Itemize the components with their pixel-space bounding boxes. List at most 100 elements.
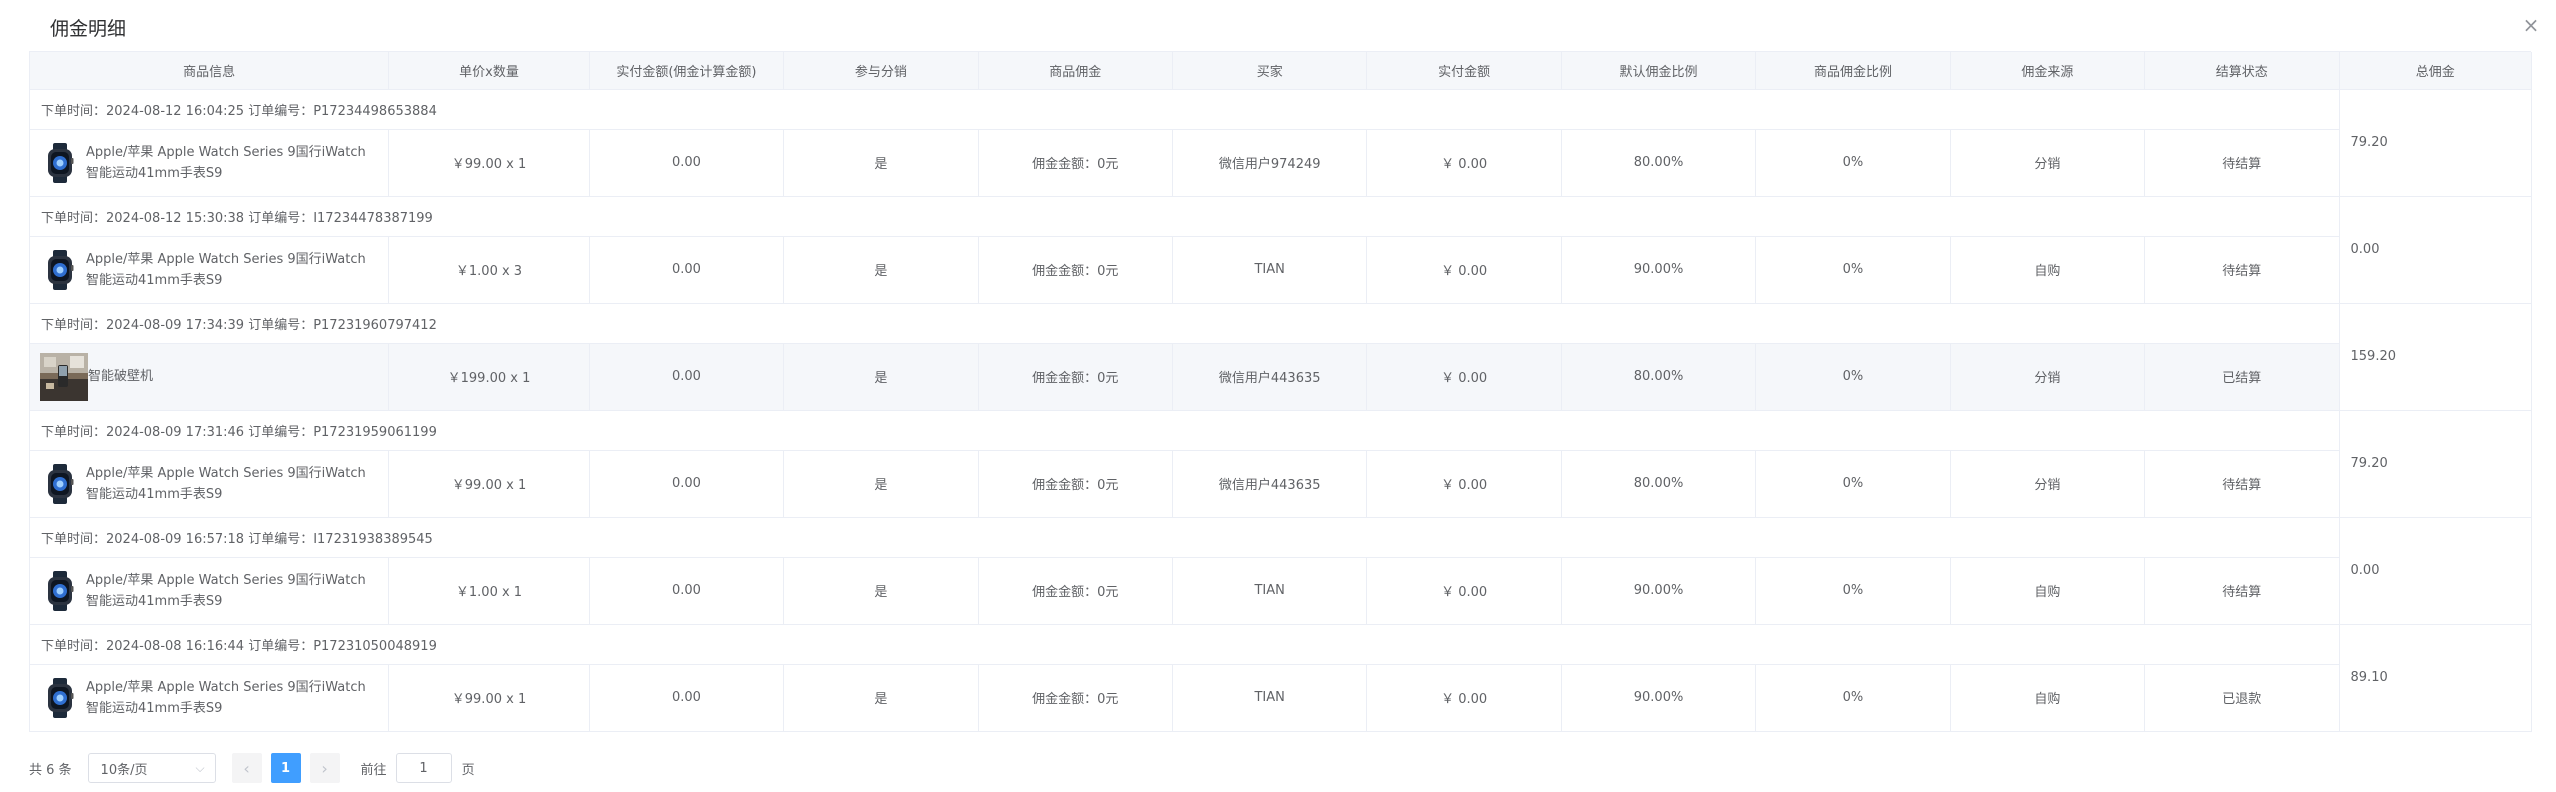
order-info: 下单时间：2024-08-08 16:16:44 订单编号：P172310500… xyxy=(30,624,2340,665)
price-qty-cell: ￥99.00 x 1 xyxy=(388,664,590,732)
product-info: 智能破壁机 xyxy=(30,352,388,401)
product-info-cell: Apple/苹果 Apple Watch Series 9国行iWatch智能运… xyxy=(30,557,390,625)
buyer-cell: TIAN xyxy=(1172,664,1368,732)
distribution-cell: 是 xyxy=(783,450,979,518)
paid-cell: ￥ 0.00 xyxy=(1366,129,1562,197)
product-info: Apple/苹果 Apple Watch Series 9国行iWatch智能运… xyxy=(30,463,388,505)
status-cell: 待结算 xyxy=(2144,129,2340,197)
paid-cell: ￥ 0.00 xyxy=(1366,664,1562,732)
commission-cell: 佣金金额：0元 xyxy=(978,450,1173,518)
commission-cell: 佣金金额：0元 xyxy=(978,343,1173,411)
column-header: 默认佣金比例 xyxy=(1561,52,1757,90)
product-rate-cell: 0% xyxy=(1755,450,1951,518)
column-header: 商品信息 xyxy=(30,52,390,90)
column-header: 佣金来源 xyxy=(1950,52,2146,90)
table-row[interactable]: 智能破壁机 ￥199.00 x 1 0.00 是佣金金额：0元 微信用户443635 ￥ … xyxy=(30,343,2532,411)
default-rate-cell: 80.00% xyxy=(1561,450,1757,518)
order-header-row: 下单时间：2024-08-12 16:04:25 订单编号：P172344986… xyxy=(30,89,2533,197)
source-cell: 自购 xyxy=(1950,236,2146,304)
paid-calc-cell: 0.00 xyxy=(589,557,785,625)
column-header: 实付金额(佣金计算金额) xyxy=(589,52,785,90)
table-row[interactable]: Apple/苹果 Apple Watch Series 9国行iWatch智能运… xyxy=(30,129,2532,197)
paid-cell: ￥ 0.00 xyxy=(1366,343,1562,411)
default-rate-cell: 80.00% xyxy=(1561,129,1757,197)
status-cell: 待结算 xyxy=(2144,557,2340,625)
watch-icon xyxy=(44,677,76,718)
dialog-title: 佣金明细 xyxy=(50,18,127,40)
paid-cell: ￥ 0.00 xyxy=(1366,557,1562,625)
total-commission: 159.20 xyxy=(2339,303,2533,411)
goto-page-input[interactable]: 1 xyxy=(395,753,452,783)
product-info: Apple/苹果 Apple Watch Series 9国行iWatch智能运… xyxy=(30,570,388,612)
order-info: 下单时间：2024-08-12 15:30:38 订单编号：I172344783… xyxy=(30,196,2340,237)
column-header: 实付金额 xyxy=(1366,52,1562,90)
paid-cell: ￥ 0.00 xyxy=(1366,450,1562,518)
commission-cell: 佣金金额：0元 xyxy=(978,557,1173,625)
paid-calc-cell: 0.00 xyxy=(589,236,785,304)
table-row[interactable]: Apple/苹果 Apple Watch Series 9国行iWatch智能运… xyxy=(30,557,2532,625)
next-page-button[interactable]: › xyxy=(309,753,340,783)
order-info: 下单时间：2024-08-12 16:04:25 订单编号：P172344986… xyxy=(30,89,2340,130)
source-cell: 分销 xyxy=(1950,343,2146,411)
status-cell: 待结算 xyxy=(2144,450,2340,518)
product-rate-cell: 0% xyxy=(1755,664,1951,732)
product-rate-cell: 0% xyxy=(1755,236,1951,304)
table-row[interactable]: Apple/苹果 Apple Watch Series 9国行iWatch智能运… xyxy=(30,664,2532,732)
watch-icon xyxy=(44,570,76,611)
default-rate-cell: 80.00% xyxy=(1561,343,1757,411)
product-info: Apple/苹果 Apple Watch Series 9国行iWatch智能运… xyxy=(30,249,388,291)
order-header-row: 下单时间：2024-08-09 17:34:39 订单编号：P172319607… xyxy=(30,303,2533,411)
total-commission: 0.00 xyxy=(2339,196,2533,304)
price-qty-cell: ￥1.00 x 1 xyxy=(388,557,590,625)
total-count: 共 6 条 xyxy=(29,762,72,778)
source-cell: 分销 xyxy=(1950,450,2146,518)
buyer-cell: 微信用户443635 xyxy=(1172,450,1368,518)
table-row[interactable]: Apple/苹果 Apple Watch Series 9国行iWatch智能运… xyxy=(30,236,2532,304)
close-icon[interactable]: × xyxy=(2520,13,2542,37)
paid-calc-cell: 0.00 xyxy=(589,343,785,411)
chevron-down-icon: ⌵ xyxy=(195,760,205,775)
product-name: Apple/苹果 Apple Watch Series 9国行iWatch智能运… xyxy=(86,144,366,181)
distribution-cell: 是 xyxy=(783,664,979,732)
default-rate-cell: 90.00% xyxy=(1561,664,1757,732)
total-commission: 89.10 xyxy=(2339,624,2533,732)
order-header-row: 下单时间：2024-08-09 17:31:46 订单编号：P172319590… xyxy=(30,410,2533,518)
table-header: 商品信息 单价x数量 实付金额(佣金计算金额) 参与分销 商品佣金 买家 实付金额 默认佣金比… xyxy=(30,52,2533,90)
buyer-cell: TIAN xyxy=(1172,236,1368,304)
watch-icon xyxy=(44,463,76,504)
paid-calc-cell: 0.00 xyxy=(589,664,785,732)
total-commission: 79.20 xyxy=(2339,410,2533,518)
table-body: 下单时间：2024-08-12 16:04:25 订单编号：P172344986… xyxy=(30,89,2533,732)
price-qty-cell: ￥99.00 x 1 xyxy=(388,450,590,518)
kitchen-photo-icon xyxy=(40,352,88,401)
commission-cell: 佣金金额：0元 xyxy=(978,664,1173,732)
product-info-cell: Apple/苹果 Apple Watch Series 9国行iWatch智能运… xyxy=(30,664,390,732)
distribution-cell: 是 xyxy=(783,557,979,625)
prev-page-button[interactable]: ‹ xyxy=(231,753,262,783)
distribution-cell: 是 xyxy=(783,236,979,304)
page-number-1[interactable]: 1 xyxy=(270,753,301,783)
order-header-row: 下单时间：2024-08-08 16:16:44 订单编号：P172310500… xyxy=(30,624,2533,732)
product-info: Apple/苹果 Apple Watch Series 9国行iWatch智能运… xyxy=(30,677,388,719)
commission-cell: 佣金金额：0元 xyxy=(978,129,1173,197)
product-name: Apple/苹果 Apple Watch Series 9国行iWatch智能运… xyxy=(86,679,366,716)
product-rate-cell: 0% xyxy=(1755,129,1951,197)
chevron-left-icon: ‹ xyxy=(243,758,250,778)
product-name: 智能破壁机 xyxy=(88,369,154,384)
product-name: Apple/苹果 Apple Watch Series 9国行iWatch智能运… xyxy=(86,251,366,288)
table-row[interactable]: Apple/苹果 Apple Watch Series 9国行iWatch智能运… xyxy=(30,450,2532,518)
column-header: 单价x数量 xyxy=(388,52,590,90)
product-rate-cell: 0% xyxy=(1755,557,1951,625)
page-size-select[interactable]: 10条/页 ⌵ xyxy=(87,753,216,783)
status-cell: 已退款 xyxy=(2144,664,2340,732)
product-name: Apple/苹果 Apple Watch Series 9国行iWatch智能运… xyxy=(86,465,366,502)
source-cell: 自购 xyxy=(1950,557,2146,625)
paid-cell: ￥ 0.00 xyxy=(1366,236,1562,304)
pagination: 共 6 条 10条/页 ⌵ ‹ 1 › 前往 1 页 xyxy=(29,752,475,784)
column-header: 商品佣金比例 xyxy=(1755,52,1951,90)
buyer-cell: 微信用户443635 xyxy=(1172,343,1368,411)
page-size-value: 10条/页 xyxy=(100,762,148,778)
order-info: 下单时间：2024-08-09 17:31:46 订单编号：P172319590… xyxy=(30,410,2340,451)
status-cell: 已结算 xyxy=(2144,343,2340,411)
total-commission: 79.20 xyxy=(2339,89,2533,197)
